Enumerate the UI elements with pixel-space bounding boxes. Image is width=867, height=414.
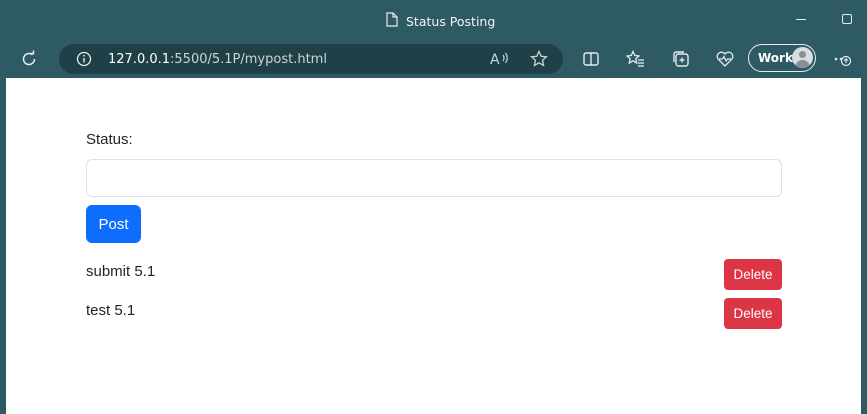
collections-icon[interactable] xyxy=(671,49,691,69)
info-icon[interactable] xyxy=(74,49,94,69)
star-icon[interactable] xyxy=(529,49,549,69)
title-bar: Status Posting xyxy=(0,0,867,40)
url-text[interactable]: 127.0.0.1:5500/5.1P/mypost.html xyxy=(108,52,327,67)
tab-title-area: Status Posting xyxy=(386,12,495,31)
read-aloud-icon[interactable]: A xyxy=(490,49,510,69)
browser-toolbar: 127.0.0.1:5500/5.1P/mypost.html A Work xyxy=(0,40,867,78)
more-icon[interactable] xyxy=(832,49,852,69)
minimize-button[interactable] xyxy=(796,19,806,20)
page-content: Status: Post submit 5.1 Delete test 5.1 … xyxy=(6,78,861,414)
url-path: :5500/5.1P/mypost.html xyxy=(170,52,327,67)
list-item: submit 5.1 Delete xyxy=(86,259,782,290)
browser-essentials-icon[interactable] xyxy=(715,49,735,69)
address-bar[interactable]: 127.0.0.1:5500/5.1P/mypost.html A xyxy=(59,44,563,74)
browser-window: Status Posting 127.0.0.1:5500/5.1P/mypos… xyxy=(0,0,867,414)
window-title: Status Posting xyxy=(406,14,496,29)
post-button[interactable]: Post xyxy=(86,205,141,243)
svg-text:A: A xyxy=(490,52,500,68)
favorites-icon[interactable] xyxy=(626,49,646,69)
avatar xyxy=(792,47,813,68)
page-icon xyxy=(386,12,398,31)
delete-button[interactable]: Delete xyxy=(724,259,782,290)
profile-label: Work xyxy=(758,51,793,65)
split-screen-icon[interactable] xyxy=(581,49,601,69)
reload-icon[interactable] xyxy=(19,49,39,69)
post-text: test 5.1 xyxy=(86,302,136,319)
url-host: 127.0.0.1 xyxy=(108,52,171,67)
profile-button[interactable]: Work xyxy=(748,44,816,72)
delete-button[interactable]: Delete xyxy=(724,298,782,329)
list-item: test 5.1 Delete xyxy=(86,298,782,329)
status-input[interactable] xyxy=(86,159,782,197)
status-label: Status: xyxy=(86,131,133,148)
post-text: submit 5.1 xyxy=(86,263,156,280)
maximize-button[interactable] xyxy=(842,14,852,24)
